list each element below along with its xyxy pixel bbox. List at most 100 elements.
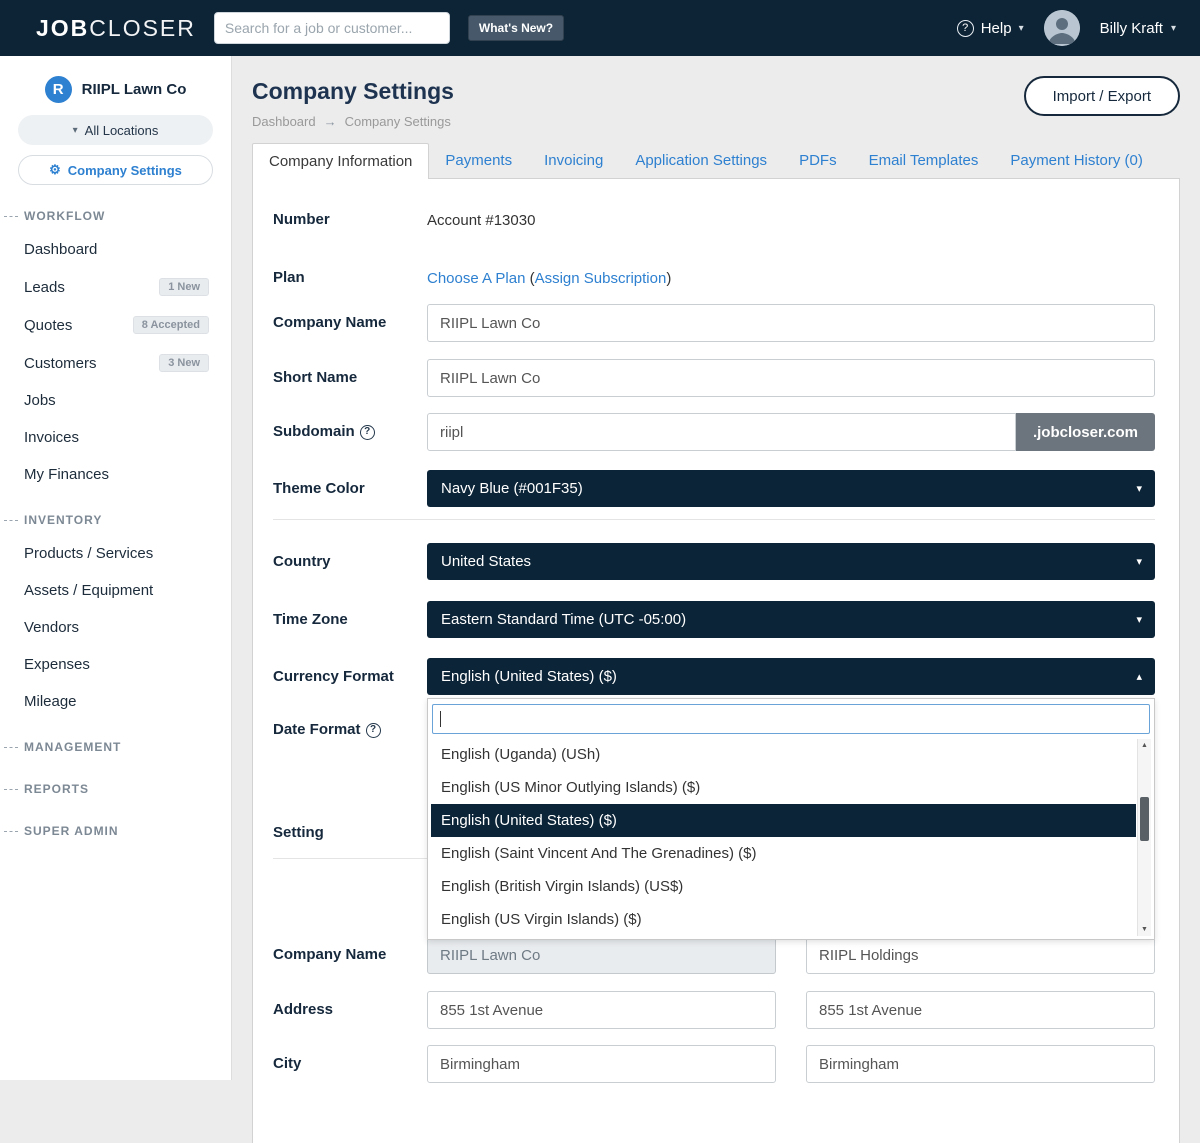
theme-color-select[interactable]: Navy Blue (#001F35) ▾ — [427, 470, 1155, 507]
dropdown-option[interactable]: English (US Virgin Islands) ($) — [431, 903, 1136, 936]
sidebar-item-expenses[interactable]: Expenses — [0, 646, 231, 683]
avatar-image — [1044, 10, 1080, 46]
date-format-label-text: Date Format — [273, 719, 361, 741]
time-zone-select[interactable]: Eastern Standard Time (UTC -05:00) ▾ — [427, 601, 1155, 638]
billing-company-name-right-input[interactable] — [806, 936, 1155, 974]
setting-label: Setting — [273, 822, 427, 844]
company-name-input[interactable] — [427, 304, 1155, 342]
import-export-button[interactable]: Import / Export — [1024, 76, 1180, 116]
tab-email-templates[interactable]: Email Templates — [853, 143, 995, 178]
dropdown-search-wrap — [432, 704, 1150, 734]
tab-invoicing[interactable]: Invoicing — [528, 143, 619, 178]
plan-row: Plan Choose A Plan (Assign Subscription) — [253, 267, 1179, 289]
tab-pdfs[interactable]: PDFs — [783, 143, 853, 178]
company-settings-label: Company Settings — [68, 163, 182, 178]
chevron-down-icon: ▾ — [1019, 23, 1024, 34]
scroll-up-icon[interactable]: ▲ — [1138, 742, 1151, 749]
all-locations-label: All Locations — [85, 123, 159, 138]
user-menu[interactable]: Billy Kraft ▾ — [1100, 20, 1176, 37]
company-header: R RIIPL Lawn Co — [0, 72, 231, 115]
currency-format-select[interactable]: English (United States) ($) ▴ — [427, 658, 1155, 695]
currency-select-wrap: English (United States) ($) ▴ English (U… — [427, 658, 1155, 695]
billing-company-name-left-input[interactable] — [427, 936, 776, 974]
sidebar-item-leads[interactable]: Leads 1 New — [0, 268, 231, 306]
sidebar-item-customers[interactable]: Customers 3 New — [0, 344, 231, 382]
avatar[interactable] — [1044, 10, 1080, 46]
tab-payment-history[interactable]: Payment History (0) — [994, 143, 1159, 178]
address-right-input[interactable] — [806, 991, 1155, 1029]
all-locations-dropdown[interactable]: ▾ All Locations — [18, 115, 213, 145]
global-search-input[interactable] — [214, 12, 450, 44]
sidebar-item-products-services[interactable]: Products / Services — [0, 535, 231, 572]
sidebar-item-label: Leads — [24, 279, 65, 296]
sidebar-item-vendors[interactable]: Vendors — [0, 609, 231, 646]
sidebar-item-label: Invoices — [24, 429, 79, 446]
tab-application-settings[interactable]: Application Settings — [619, 143, 783, 178]
dash-decoration — [4, 747, 18, 748]
dropdown-option-selected[interactable]: English (United States) ($) — [431, 804, 1136, 837]
sidebar-item-dashboard[interactable]: Dashboard — [0, 231, 231, 268]
tab-payments[interactable]: Payments — [429, 143, 528, 178]
chevron-up-icon: ▴ — [1136, 670, 1142, 683]
time-zone-value: Eastern Standard Time (UTC -05:00) — [441, 611, 686, 628]
question-icon[interactable]: ? — [366, 723, 381, 738]
help-label: Help — [981, 20, 1012, 37]
sidebar-item-label: Jobs — [24, 392, 56, 409]
dropdown-option[interactable]: English (US Minor Outlying Islands) ($) — [431, 771, 1136, 804]
country-label: Country — [273, 551, 427, 573]
sidebar-item-mileage[interactable]: Mileage — [0, 683, 231, 720]
city-left-input[interactable] — [427, 1045, 776, 1083]
app-logo[interactable]: JOBCLOSER — [36, 15, 196, 42]
sidebar-item-label: Expenses — [24, 656, 90, 673]
sidebar-item-assets-equipment[interactable]: Assets / Equipment — [0, 572, 231, 609]
sidebar-item-label: Customers — [24, 355, 97, 372]
assign-subscription-link[interactable]: Assign Subscription — [535, 270, 667, 287]
billing-company-name-row: Company Name — [253, 936, 1179, 974]
chevron-down-icon: ▾ — [1136, 613, 1142, 626]
dropdown-search-input[interactable] — [432, 704, 1150, 734]
dropdown-option[interactable]: English (Saint Vincent And The Grenadine… — [431, 837, 1136, 870]
dropdown-option[interactable]: English (British Virgin Islands) (US$) — [431, 870, 1136, 903]
company-settings-button[interactable]: ⚙ Company Settings — [18, 155, 213, 185]
whats-new-button[interactable]: What's New? — [468, 15, 564, 41]
country-row: Country United States ▾ — [253, 543, 1179, 580]
logo-closer-text: CLOSER — [89, 15, 196, 41]
status-badge: 1 New — [159, 278, 209, 296]
chevron-down-icon: ▾ — [73, 125, 78, 136]
address-row: Address — [253, 991, 1179, 1029]
sidebar-section-inventory[interactable]: INVENTORY — [0, 493, 231, 535]
question-icon[interactable]: ? — [360, 425, 375, 440]
address-left-input[interactable] — [427, 991, 776, 1029]
city-right-input[interactable] — [806, 1045, 1155, 1083]
divider — [273, 519, 1155, 520]
logo-job-text: JOB — [36, 15, 89, 41]
sidebar-section-reports[interactable]: REPORTS — [0, 762, 231, 804]
plan-label: Plan — [273, 267, 427, 289]
sidebar-item-jobs[interactable]: Jobs — [0, 382, 231, 419]
scroll-down-icon[interactable]: ▼ — [1138, 926, 1151, 933]
subdomain-input[interactable] — [427, 413, 1016, 451]
chevron-down-icon: ▾ — [1171, 23, 1176, 34]
sidebar-section-super-admin[interactable]: SUPER ADMIN — [0, 804, 231, 846]
company-name-row: Company Name — [253, 304, 1179, 342]
help-menu[interactable]: ? Help ▾ — [957, 20, 1024, 37]
sidebar-item-my-finances[interactable]: My Finances — [0, 456, 231, 493]
breadcrumb-home[interactable]: Dashboard — [252, 114, 316, 129]
main-content: Company Settings Dashboard → Company Set… — [232, 56, 1200, 1080]
country-select[interactable]: United States ▾ — [427, 543, 1155, 580]
dropdown-scrollbar[interactable]: ▲ ▼ — [1137, 739, 1151, 936]
sidebar-section-management[interactable]: MANAGEMENT — [0, 720, 231, 762]
top-bar: JOBCLOSER What's New? ? Help ▾ Billy Kra… — [0, 0, 1200, 56]
scrollbar-thumb[interactable] — [1140, 797, 1149, 841]
short-name-input[interactable] — [427, 359, 1155, 397]
sidebar-item-quotes[interactable]: Quotes 8 Accepted — [0, 306, 231, 344]
sidebar-section-label: SUPER ADMIN — [24, 824, 119, 838]
tab-company-information[interactable]: Company Information — [252, 143, 429, 179]
dropdown-option[interactable]: English (Uganda) (USh) — [431, 738, 1136, 771]
sidebar-item-label: Mileage — [24, 693, 77, 710]
choose-plan-link[interactable]: Choose A Plan — [427, 270, 525, 287]
dash-decoration — [4, 520, 18, 521]
sidebar-item-invoices[interactable]: Invoices — [0, 419, 231, 456]
sidebar-item-label: My Finances — [24, 466, 109, 483]
sidebar-section-workflow[interactable]: WORKFLOW — [0, 189, 231, 231]
